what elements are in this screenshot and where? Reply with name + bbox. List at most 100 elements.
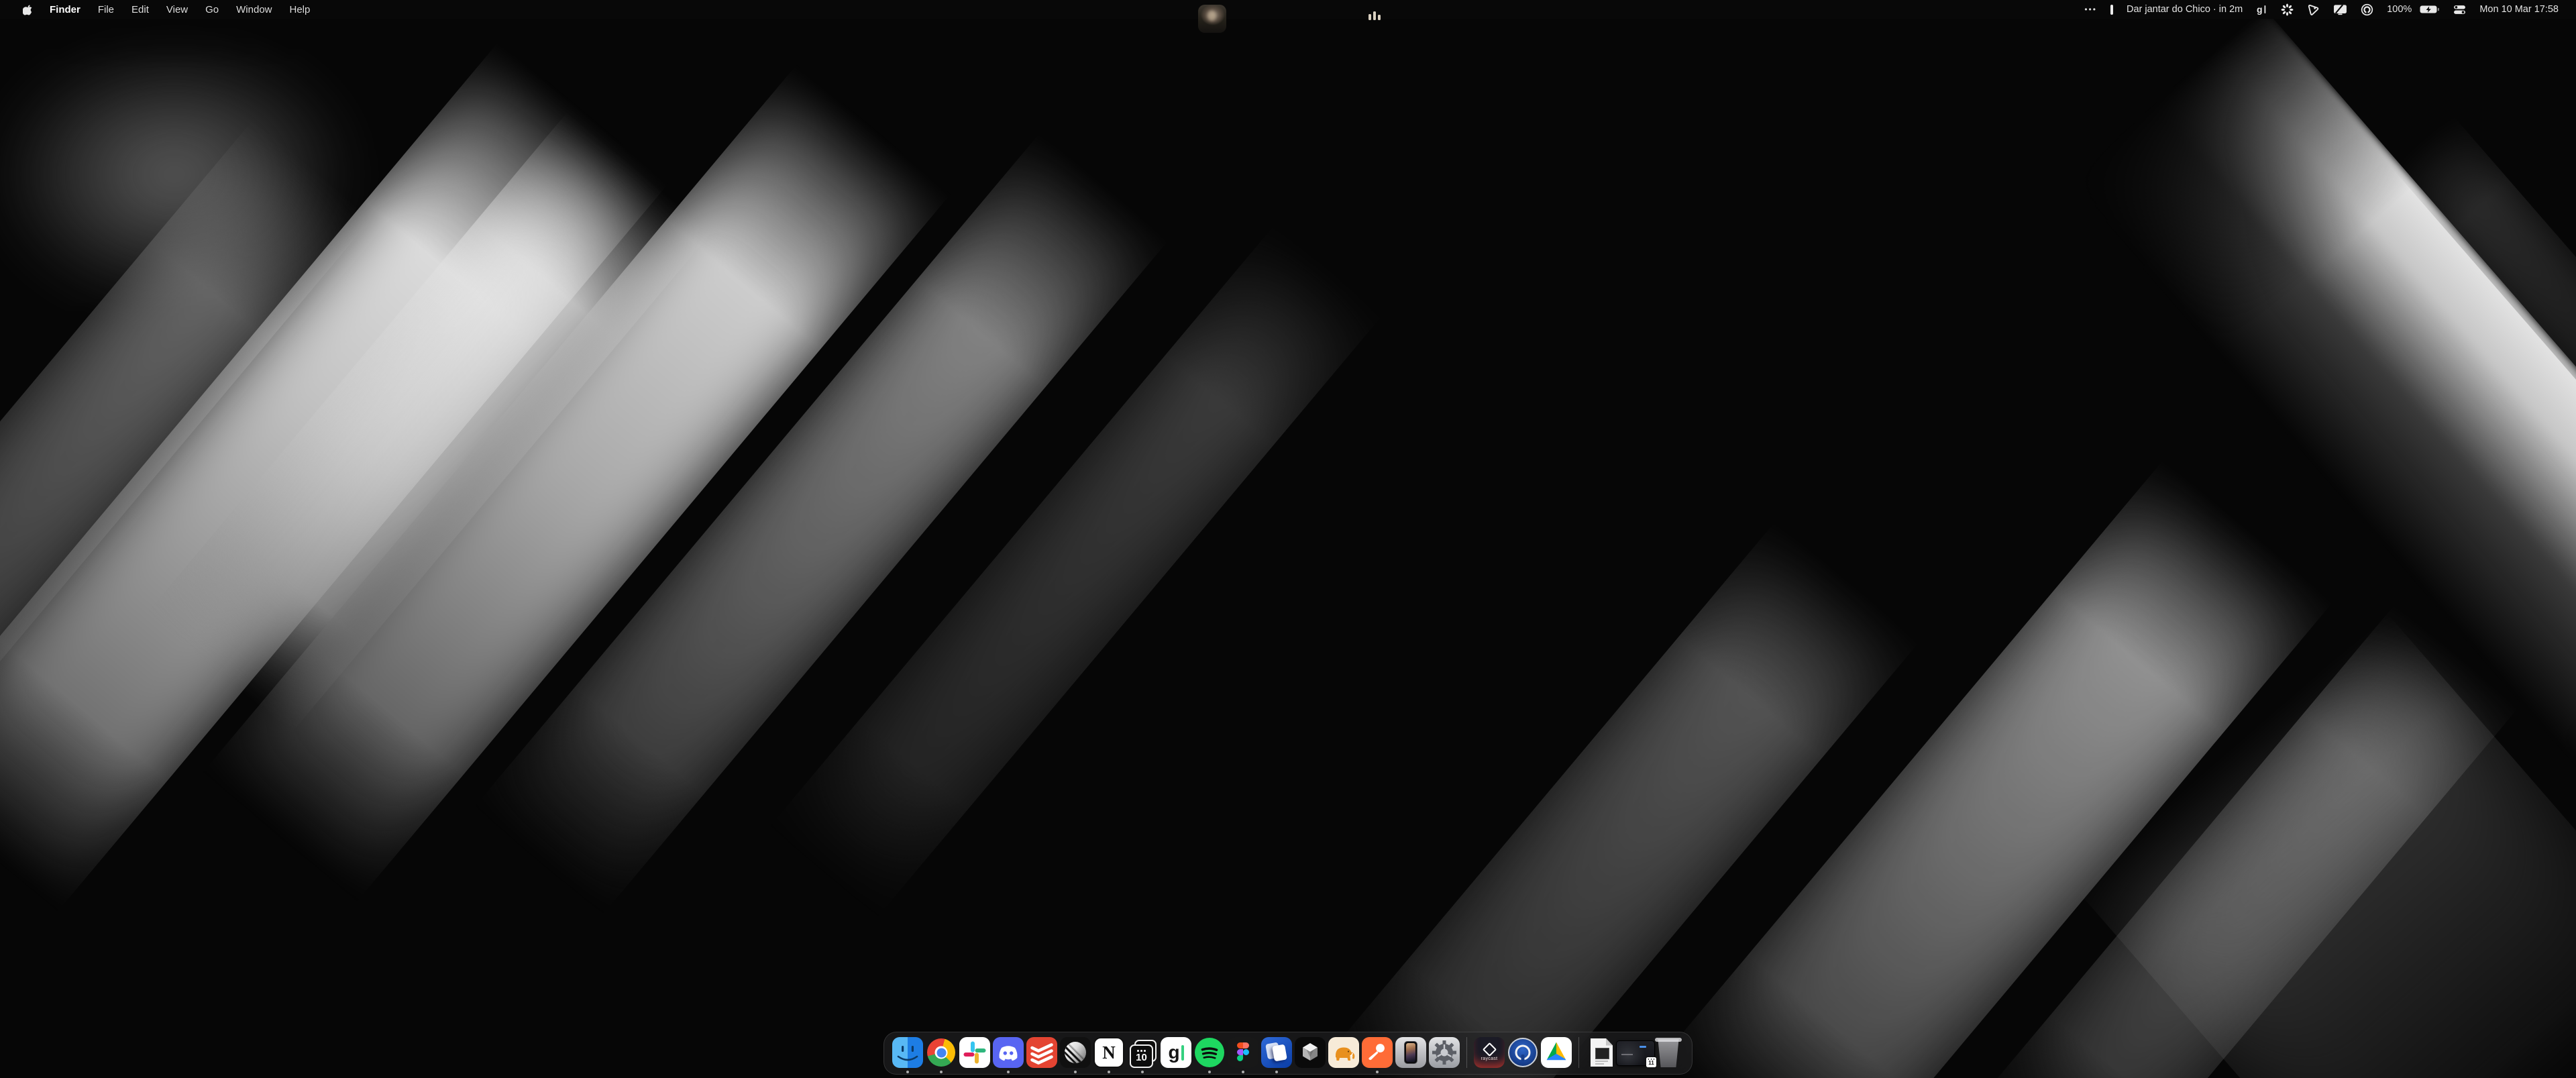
running-indicator-dot xyxy=(1074,1071,1077,1073)
dock-postman[interactable] xyxy=(1362,1037,1393,1068)
window-pane xyxy=(1272,1044,1287,1062)
cube-shape xyxy=(1295,1037,1326,1068)
running-indicator-dot xyxy=(1242,1071,1244,1073)
trash-icon xyxy=(1656,1038,1681,1067)
eq-bar xyxy=(1378,15,1381,20)
1password-icon xyxy=(1508,1038,1538,1067)
spotify-waves xyxy=(1195,1038,1224,1067)
slack-icon xyxy=(959,1037,990,1068)
svg-text:g: g xyxy=(2257,4,2263,15)
dock-separator xyxy=(1578,1037,1579,1068)
flower-menu-item[interactable] xyxy=(2274,3,2300,16)
menu-bar-time[interactable]: 17:58 xyxy=(2533,4,2565,15)
dock-system-settings[interactable] xyxy=(1429,1037,1460,1068)
spotify-icon xyxy=(1195,1038,1224,1067)
cube-3d-icon xyxy=(1295,1037,1326,1068)
overflow-menu-icon[interactable]: ••• xyxy=(2078,5,2104,14)
dock-google-drive[interactable] xyxy=(1541,1037,1572,1068)
dock-raycast[interactable]: raycast xyxy=(1474,1037,1505,1068)
menu-bar-date[interactable]: Mon 10 Mar xyxy=(2473,4,2532,15)
battery-charging-icon xyxy=(2420,5,2440,14)
pick-icon xyxy=(2307,3,2320,16)
display-menu-item[interactable] xyxy=(2326,4,2354,15)
raycast-label: raycast xyxy=(1481,1057,1498,1061)
dock-granola[interactable]: g xyxy=(1161,1037,1191,1068)
dock-spotify[interactable] xyxy=(1194,1037,1225,1068)
running-indicator-dot xyxy=(1376,1071,1379,1073)
apple-menu[interactable] xyxy=(15,4,41,15)
finder-face xyxy=(892,1037,923,1068)
running-indicator-dot xyxy=(1141,1071,1144,1073)
menu-finder[interactable]: Finder xyxy=(41,4,89,15)
dock-notion-calendar[interactable] xyxy=(1060,1037,1091,1068)
dock-trash[interactable] xyxy=(1653,1037,1684,1068)
figma-shape xyxy=(1237,1049,1243,1055)
dock-todoist[interactable] xyxy=(1026,1037,1057,1068)
figma-shape xyxy=(1243,1042,1249,1048)
apple-icon xyxy=(23,4,33,15)
raycast-icon: raycast xyxy=(1474,1037,1505,1068)
calendar-date-number: 10 xyxy=(1136,1053,1147,1063)
audio-visualizer-icon xyxy=(1368,11,1381,20)
reminder-status-text[interactable]: Dar jantar do Chico · in 2m xyxy=(2120,4,2249,15)
notion-n-glyph: N xyxy=(1102,1042,1116,1063)
menu-edit[interactable]: Edit xyxy=(123,4,158,15)
minimized-window-detail xyxy=(1640,1046,1646,1048)
dock-1password[interactable] xyxy=(1507,1037,1538,1068)
menu-file[interactable]: File xyxy=(89,4,123,15)
menu-go[interactable]: Go xyxy=(197,4,227,15)
dock-document-file[interactable] xyxy=(1586,1037,1617,1068)
todoist-ticks xyxy=(1026,1037,1057,1068)
eq-bar xyxy=(1373,11,1376,20)
mammoth-icon xyxy=(1328,1037,1359,1068)
running-indicator-dot xyxy=(1108,1071,1110,1073)
menu-bar-left: Finder File Edit View Go Window Help xyxy=(0,4,319,15)
dock: N 10 g xyxy=(883,1032,1693,1075)
figma-shape xyxy=(1237,1055,1243,1061)
postman-astronaut xyxy=(1362,1037,1393,1068)
dock-slack[interactable] xyxy=(959,1037,990,1068)
dock-google-chrome[interactable] xyxy=(926,1037,957,1068)
display-icon xyxy=(2333,4,2347,15)
dock-notion[interactable]: N xyxy=(1093,1037,1124,1068)
dock-separator xyxy=(1466,1037,1467,1068)
dock-windows-app[interactable] xyxy=(1261,1037,1292,1068)
dock-finder[interactable] xyxy=(892,1037,923,1068)
menu-help[interactable]: Help xyxy=(281,4,319,15)
dock-mammoth[interactable] xyxy=(1328,1037,1359,1068)
battery-menu-item[interactable] xyxy=(2418,5,2447,14)
eq-bar xyxy=(1368,14,1371,20)
notion-icon: N xyxy=(1093,1037,1124,1068)
dock-figma[interactable] xyxy=(1228,1037,1258,1068)
document-text-line xyxy=(1595,1061,1608,1062)
finder-icon xyxy=(892,1037,923,1068)
document-text-line xyxy=(1595,1063,1604,1065)
dock-calendar-date-app[interactable]: 10 xyxy=(1127,1037,1158,1068)
control-center-menu-item[interactable] xyxy=(2447,5,2473,15)
flower-icon xyxy=(2281,3,2294,16)
menu-view[interactable]: View xyxy=(158,4,197,15)
onepassword-menu-item[interactable] xyxy=(2354,3,2380,16)
granola-icon: g xyxy=(1161,1037,1191,1068)
control-center-icon xyxy=(2453,5,2466,15)
desktop: Finder File Edit View Go Window Help •••… xyxy=(0,0,2576,1078)
pick-menu-item[interactable] xyxy=(2300,3,2326,16)
dock-minimized-window[interactable]: 11 xyxy=(1619,1037,1650,1068)
now-playing-album-art[interactable] xyxy=(1198,5,1226,33)
todoist-icon xyxy=(1026,1037,1057,1068)
granola-menu-item[interactable]: g xyxy=(2249,3,2274,15)
granola-icon: g xyxy=(2256,3,2267,15)
running-indicator-dot xyxy=(940,1071,943,1073)
dock-iphone-mirroring[interactable] xyxy=(1395,1037,1426,1068)
reminder-color-bar xyxy=(2104,5,2120,15)
slack-hash xyxy=(959,1037,990,1068)
granola-g-glyph: g xyxy=(1168,1043,1179,1062)
system-settings-icon xyxy=(1429,1037,1460,1068)
dock-cube-3d-app[interactable] xyxy=(1295,1037,1326,1068)
menu-window[interactable]: Window xyxy=(227,4,280,15)
mammoth-shape xyxy=(1328,1037,1359,1068)
chrome-hub xyxy=(935,1046,948,1059)
dock-discord[interactable] xyxy=(993,1037,1024,1068)
running-indicator-dot xyxy=(1275,1071,1278,1073)
windows-app-icon xyxy=(1261,1037,1292,1068)
